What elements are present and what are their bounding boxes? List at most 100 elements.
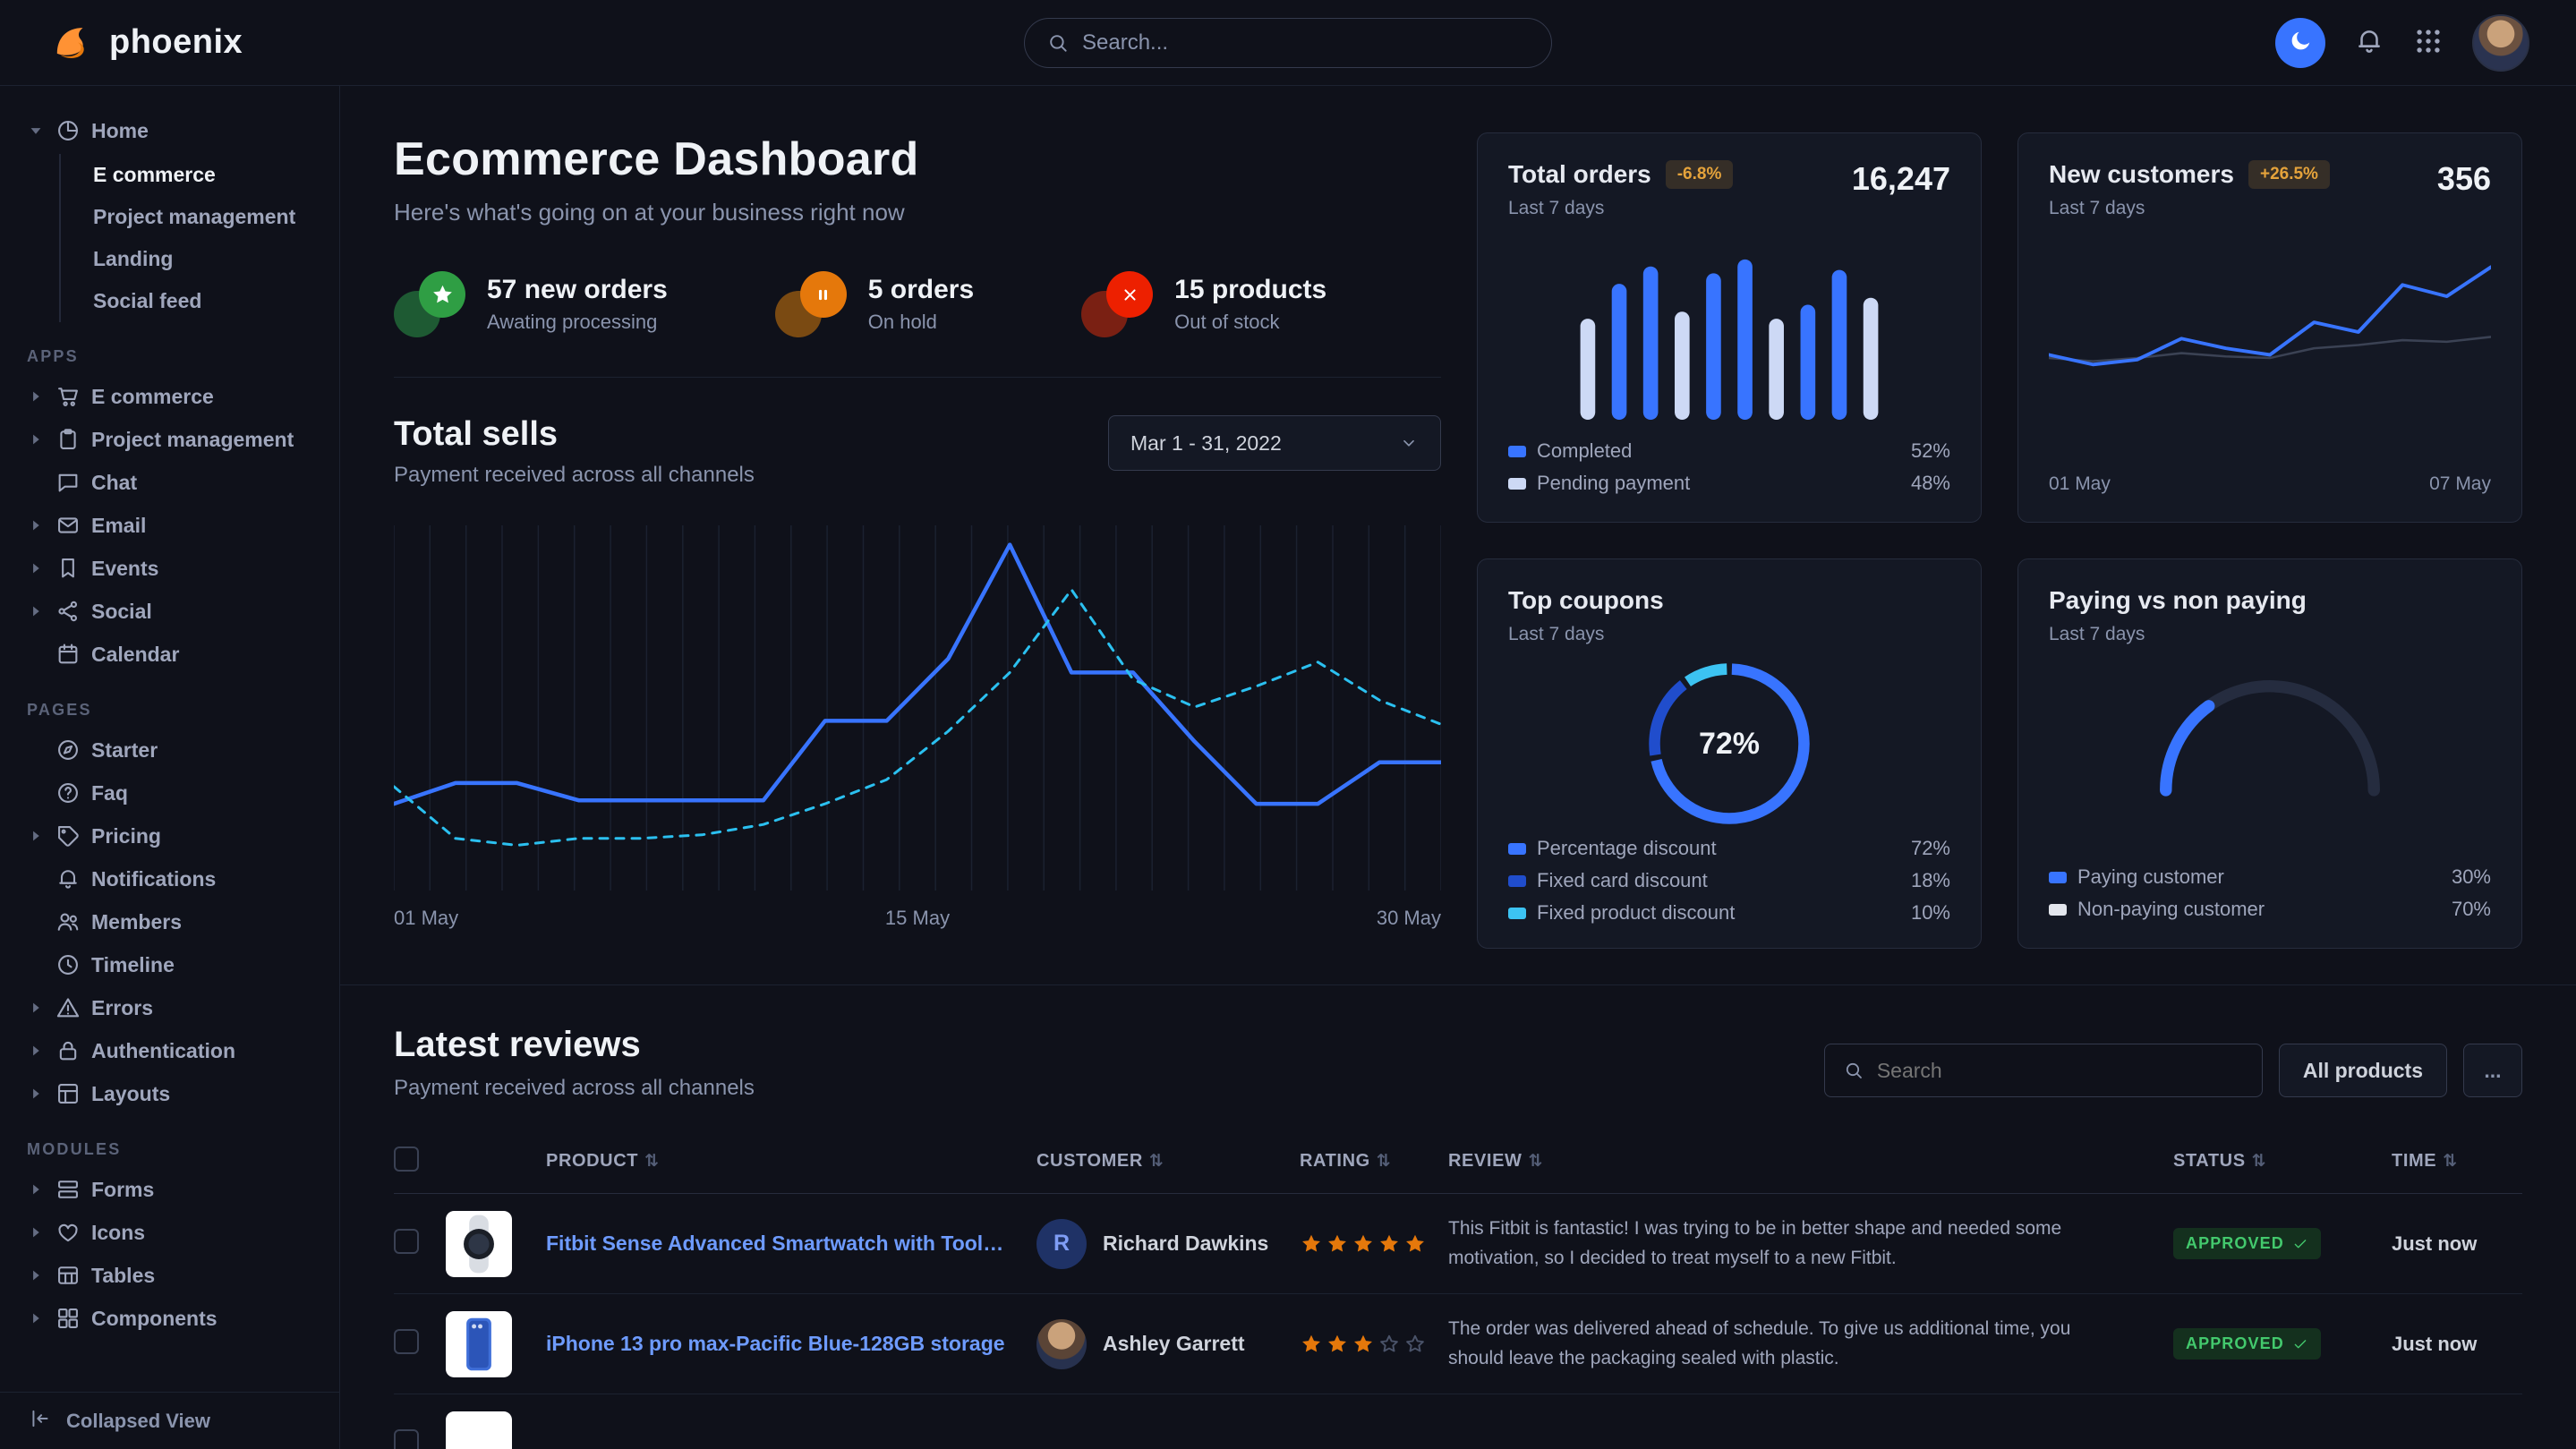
sidebar-item-members[interactable]: Members [18,900,321,943]
legend-swatch [1508,478,1526,490]
column-header-time[interactable]: TIME⇅ [2392,1151,2522,1172]
sidebar-item-icons[interactable]: Icons [18,1211,321,1254]
sidebar-item-components[interactable]: Components [18,1297,321,1340]
sidebar-item-e-commerce[interactable]: E commerce [93,154,321,196]
user-avatar[interactable] [2472,14,2529,72]
apps-menu-button[interactable] [2413,26,2444,59]
star-icon [1403,1232,1427,1256]
sidebar-item-landing[interactable]: Landing [93,238,321,280]
sort-icon: ⇅ [1377,1152,1392,1171]
paying-legend: Paying customer30%Non-paying customer70% [2049,865,2491,921]
notifications-button[interactable] [2354,26,2384,59]
clipboard-icon [55,427,81,452]
forms-icon [55,1177,81,1202]
sidebar-item-layouts[interactable]: Layouts [18,1072,321,1115]
sidebar-item-chat[interactable]: Chat [18,461,321,504]
column-header-review[interactable]: REVIEW⇅ [1448,1151,2173,1172]
sidebar-item-events[interactable]: Events [18,547,321,590]
review-text: The order was delivered ahead of schedul… [1448,1315,2173,1373]
legend-value: 72% [1911,837,1950,860]
sidebar-item-timeline[interactable]: Timeline [18,943,321,986]
row-checkbox[interactable] [394,1329,419,1354]
sidebar-item-social-feed[interactable]: Social feed [93,280,321,322]
column-header-rating[interactable]: RATING⇅ [1300,1151,1448,1172]
row-checkbox[interactable] [394,1229,419,1254]
card-period: Last 7 days [1508,198,1733,219]
global-search[interactable] [1024,18,1552,68]
legend-swatch [1508,843,1526,855]
table-icon [55,1263,81,1288]
star-icon [1352,1232,1375,1256]
caret-right-icon [27,559,45,577]
brand[interactable]: phoenix [47,19,243,67]
row-checkbox[interactable] [394,1429,419,1449]
tag-icon [55,823,81,848]
product-link[interactable]: Fitbit Sense Advanced Smartwatch with To… [546,1232,1036,1256]
legend-label: Completed [1537,439,1632,463]
select-all-checkbox[interactable] [394,1146,419,1172]
legend-item-paying-customer: Paying customer30% [2049,865,2491,889]
theme-toggle-button[interactable] [2275,18,2325,68]
more-options-button[interactable]: ... [2463,1044,2522,1097]
users-icon [55,909,81,934]
sidebar-item-calendar[interactable]: Calendar [18,633,321,676]
product-image[interactable] [446,1311,512,1377]
legend-item-fixed-product-discount: Fixed product discount10% [1508,901,1950,925]
date-range-select[interactable]: Mar 1 - 31, 2022 [1108,415,1441,471]
caret-right-icon [27,1181,45,1198]
total-sells-x-labels: 01 May 15 May 30 May [394,907,1441,930]
caret-right-icon [27,1309,45,1327]
sidebar-item-project-management[interactable]: Project management [18,418,321,461]
sidebar-item-forms[interactable]: Forms [18,1168,321,1211]
new-customers-card: New customers +26.5% Last 7 days 356 01 … [2017,132,2522,523]
sidebar-item-pricing[interactable]: Pricing [18,814,321,857]
status-badge: APPROVED [2173,1328,2321,1360]
date-range-value: Mar 1 - 31, 2022 [1130,431,1282,456]
search-input[interactable] [1082,30,1530,55]
all-products-button[interactable]: All products [2279,1044,2447,1097]
star-icon [1326,1333,1349,1356]
sidebar-item-tables[interactable]: Tables [18,1254,321,1297]
sidebar-item-notifications[interactable]: Notifications [18,857,321,900]
product-image[interactable] [446,1211,512,1277]
cart-icon [55,384,81,409]
sort-icon: ⇅ [2443,1152,2458,1171]
stat-caption: Awating processing [487,311,668,334]
card-title: New customers [2049,160,2234,189]
reviews-search[interactable] [1824,1044,2263,1097]
top-coupons-card: Top coupons Last 7 days 72% Percentage d… [1477,558,1982,949]
donut-center-label: 72% [1643,658,1815,830]
customer-avatar [1036,1319,1087,1369]
sidebar-item-starter[interactable]: Starter [18,729,321,771]
customer-cell[interactable]: RRichard Dawkins [1036,1219,1300,1269]
sidebar-item-email[interactable]: Email [18,504,321,547]
sort-icon: ⇅ [2252,1152,2267,1171]
card-period: Last 7 days [2049,624,2307,645]
sidebar-item-errors[interactable]: Errors [18,986,321,1029]
x-label: 15 May [885,907,950,930]
column-header-product[interactable]: PRODUCT⇅ [546,1151,1036,1172]
sidebar-item-home[interactable]: Home [18,109,321,152]
sidebar-item-project-management[interactable]: Project management [93,196,321,238]
moon-icon [2288,29,2313,56]
reviews-search-input[interactable] [1877,1059,2244,1083]
sidebar-section-title: APPS [27,347,312,366]
sidebar-item-social[interactable]: Social [18,590,321,633]
customer-cell[interactable]: Ashley Garrett [1036,1319,1300,1369]
sidebar-item-authentication[interactable]: Authentication [18,1029,321,1072]
total-sells-chart [394,522,1441,894]
column-header-customer[interactable]: CUSTOMER⇅ [1036,1151,1300,1172]
question-icon [55,780,81,805]
column-header-status[interactable]: STATUS⇅ [2173,1151,2392,1172]
caret-right-icon [27,1266,45,1284]
legend-label: Fixed card discount [1537,869,1708,892]
product-link[interactable]: iPhone 13 pro max-Pacific Blue-128GB sto… [546,1332,1036,1356]
sidebar-item-e-commerce[interactable]: E commerce [18,375,321,418]
legend-value: 52% [1911,439,1950,463]
stat-value: 5 orders [868,275,974,305]
topbar-actions [2275,14,2529,72]
collapsed-view-toggle[interactable]: Collapsed View [0,1392,339,1449]
sidebar-item-faq[interactable]: Faq [18,771,321,814]
heart-icon [55,1220,81,1245]
product-image[interactable] [446,1411,512,1449]
